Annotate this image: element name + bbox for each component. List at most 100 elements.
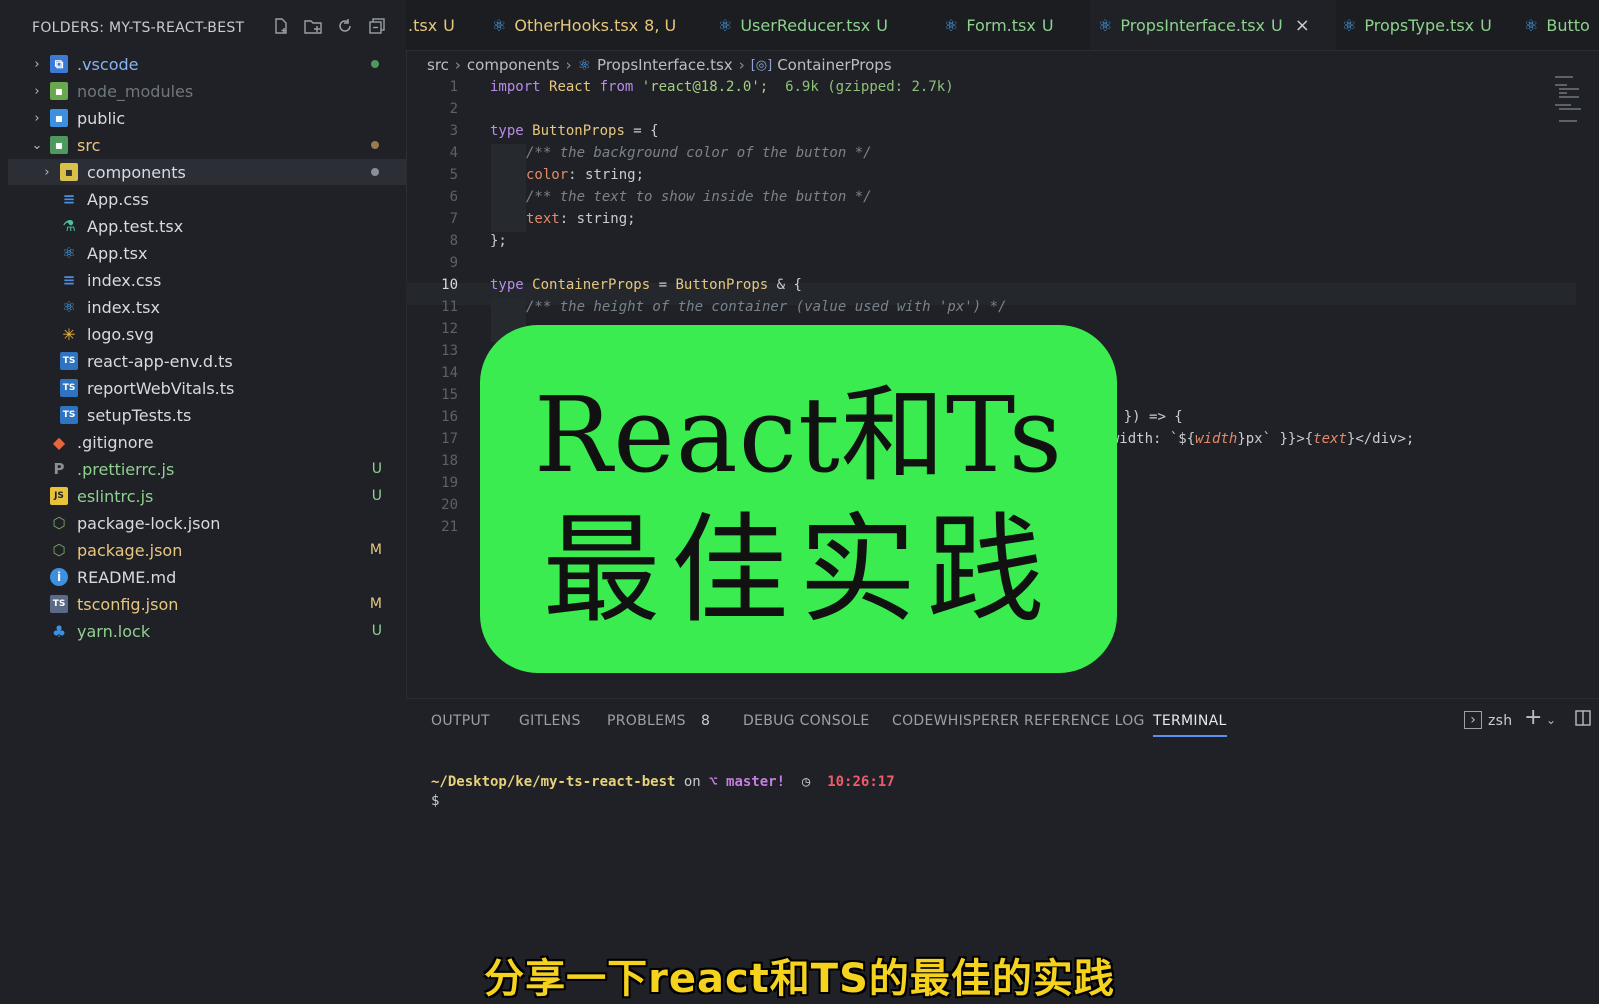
minimap-line — [1559, 88, 1579, 90]
code-line-5: color: string; — [526, 167, 645, 183]
css-icon: ≡ — [62, 190, 76, 208]
branch-icon: ⌥ — [709, 774, 718, 790]
add-terminal-icon[interactable]: + — [1524, 705, 1542, 730]
tab-codewhisperer-log[interactable]: CODEWHISPERER REFERENCE LOG — [892, 713, 1145, 729]
tree-item-app-css[interactable]: ≡ App.css — [8, 186, 406, 212]
tree-item-tsconfig[interactable]: TS tsconfig.json M — [8, 591, 406, 617]
code-line-8: }; — [490, 233, 507, 249]
git-icon: ◆ — [52, 432, 66, 452]
public-folder-icon: ▪ — [50, 109, 68, 127]
breadcrumb-item[interactable]: ContainerProps — [777, 56, 891, 74]
tab-gitlens[interactable]: GITLENS — [519, 713, 581, 729]
react-icon: ⚛ — [944, 15, 959, 35]
tab-other-hooks[interactable]: ⚛ OtherHooks.tsx 8, U — [492, 0, 712, 50]
line-number: 3 — [449, 123, 458, 139]
terminal-shell-icon[interactable]: › — [1464, 711, 1482, 729]
tab-user-reducer[interactable]: ⚛ UserReducer.tsx U — [718, 0, 928, 50]
git-status-badge: U — [371, 488, 382, 504]
git-status-dot — [371, 141, 379, 149]
line-number: 10 — [441, 277, 458, 293]
minimap-line — [1555, 84, 1567, 86]
tab-props-interface[interactable]: ⚛ PropsInterface.tsx U × — [1090, 0, 1336, 50]
breadcrumb: src › components › ⚛ PropsInterface.tsx … — [427, 54, 892, 76]
terminal-output[interactable]: ~/Desktop/ke/my-ts-react-best on ⌥ maste… — [431, 774, 895, 790]
tab-form[interactable]: ⚛ Form.tsx U — [944, 0, 1084, 50]
tab-button-partial[interactable]: ⚛ Butto — [1516, 0, 1599, 50]
tree-item-package-json[interactable]: ⬡ package.json M — [8, 537, 406, 563]
chevron-right-icon: › — [34, 110, 40, 126]
tree-item-report-web-vitals[interactable]: TS reportWebVitals.ts — [8, 375, 406, 401]
react-icon: ⚛ — [718, 15, 733, 35]
minimap[interactable] — [1555, 74, 1585, 134]
collapse-icon[interactable] — [366, 17, 388, 39]
line-number: 14 — [441, 365, 458, 381]
npm-icon: ⬡ — [52, 514, 66, 532]
minimap-line — [1559, 120, 1577, 122]
minimap-line — [1559, 96, 1579, 98]
tree-item-index-tsx[interactable]: ⚛ index.tsx — [8, 294, 406, 320]
tree-item-node-modules[interactable]: › ▪ node_modules — [8, 78, 406, 104]
chevron-right-icon: › — [34, 56, 40, 72]
code-line-10: type ContainerProps = ButtonProps & { — [490, 277, 802, 293]
breadcrumb-item[interactable]: PropsInterface.tsx — [597, 56, 733, 74]
tree-item-package-lock[interactable]: ⬡ package-lock.json — [8, 510, 406, 536]
react-icon: ⚛ — [1098, 15, 1113, 35]
tree-item-eslintrc[interactable]: JS eslintrc.js U — [8, 483, 406, 509]
react-icon: ⚛ — [577, 56, 592, 74]
line-number: 21 — [441, 519, 458, 535]
type-symbol-icon: [◎] — [750, 57, 773, 73]
tree-item-index-css[interactable]: ≡ index.css — [8, 267, 406, 293]
tree-item-vscode[interactable]: › ⧉ .vscode — [8, 51, 406, 77]
tree-item-src[interactable]: ⌄ ▪ src — [8, 132, 406, 158]
terminal-prompt[interactable]: $ — [431, 793, 439, 809]
line-number: 7 — [449, 211, 458, 227]
git-status-badge: U — [371, 461, 382, 477]
tree-item-logo-svg[interactable]: ✳ logo.svg — [8, 321, 406, 347]
tab-partial-tsx[interactable]: .tsx U — [406, 0, 486, 50]
tab-output[interactable]: OUTPUT — [431, 713, 490, 729]
close-icon[interactable]: × — [1295, 15, 1310, 36]
editor-tabs: .tsx U ⚛ OtherHooks.tsx 8, U ⚛ UserReduc… — [406, 0, 1599, 51]
new-folder-icon[interactable] — [302, 17, 324, 39]
line-number: 4 — [449, 145, 458, 161]
tsconfig-icon: TS — [50, 595, 68, 613]
split-terminal-icon[interactable] — [1574, 709, 1592, 732]
explorer-header: FOLDERS: MY-TS-REACT-BEST — [0, 0, 406, 54]
chevron-down-icon: ⌄ — [31, 137, 43, 153]
git-status-dot — [371, 168, 379, 176]
tree-item-components[interactable]: › ▪ components — [8, 159, 406, 185]
code-line-17: , width: `${width}px` }}>{text}</div>; — [1094, 431, 1415, 447]
code-line-7: text: string; — [526, 211, 636, 227]
tab-problems[interactable]: PROBLEMS — [607, 713, 686, 729]
minimap-line — [1555, 76, 1573, 78]
yarn-icon: ♣ — [51, 621, 67, 641]
chevron-right-icon: › — [44, 164, 50, 180]
chevron-down-icon[interactable]: ⌄ — [1546, 713, 1556, 727]
line-number: 20 — [441, 497, 458, 513]
tree-item-react-app-env[interactable]: TS react-app-env.d.ts — [8, 348, 406, 374]
tree-item-app-test[interactable]: ⚗ App.test.tsx — [8, 213, 406, 239]
tab-debug-console[interactable]: DEBUG CONSOLE — [743, 713, 870, 729]
new-file-icon[interactable] — [270, 17, 292, 39]
tree-item-readme[interactable]: i README.md — [8, 564, 406, 590]
chevron-right-icon: › — [738, 56, 745, 74]
tree-item-public[interactable]: › ▪ public — [8, 105, 406, 131]
refresh-icon[interactable] — [334, 17, 356, 39]
line-number: 13 — [441, 343, 458, 359]
tab-terminal[interactable]: TERMINAL — [1153, 713, 1227, 737]
breadcrumb-item[interactable]: components — [467, 56, 560, 74]
tree-item-app-tsx[interactable]: ⚛ App.tsx — [8, 240, 406, 266]
overlay-title-line-1: React和Ts — [533, 374, 1064, 496]
clock-icon: ◷ — [785, 774, 828, 790]
tree-item-setup-tests[interactable]: TS setupTests.ts — [8, 402, 406, 428]
tree-item-prettierrc[interactable]: P .prettierrc.js U — [8, 456, 406, 482]
shell-name[interactable]: zsh — [1488, 713, 1512, 729]
explorer-sidebar: FOLDERS: MY-TS-REACT-BEST › ⧉ .vscode › … — [0, 0, 407, 999]
tree-item-gitignore[interactable]: ◆ .gitignore — [8, 429, 406, 455]
tree-item-yarn-lock[interactable]: ♣ yarn.lock U — [8, 618, 406, 644]
src-folder-icon: ▪ — [50, 136, 68, 154]
breadcrumb-item[interactable]: src — [427, 56, 449, 74]
tab-props-type[interactable]: ⚛ PropsType.tsx U — [1334, 0, 1518, 50]
chevron-right-icon: › — [34, 83, 40, 99]
git-status-dot — [371, 60, 379, 68]
